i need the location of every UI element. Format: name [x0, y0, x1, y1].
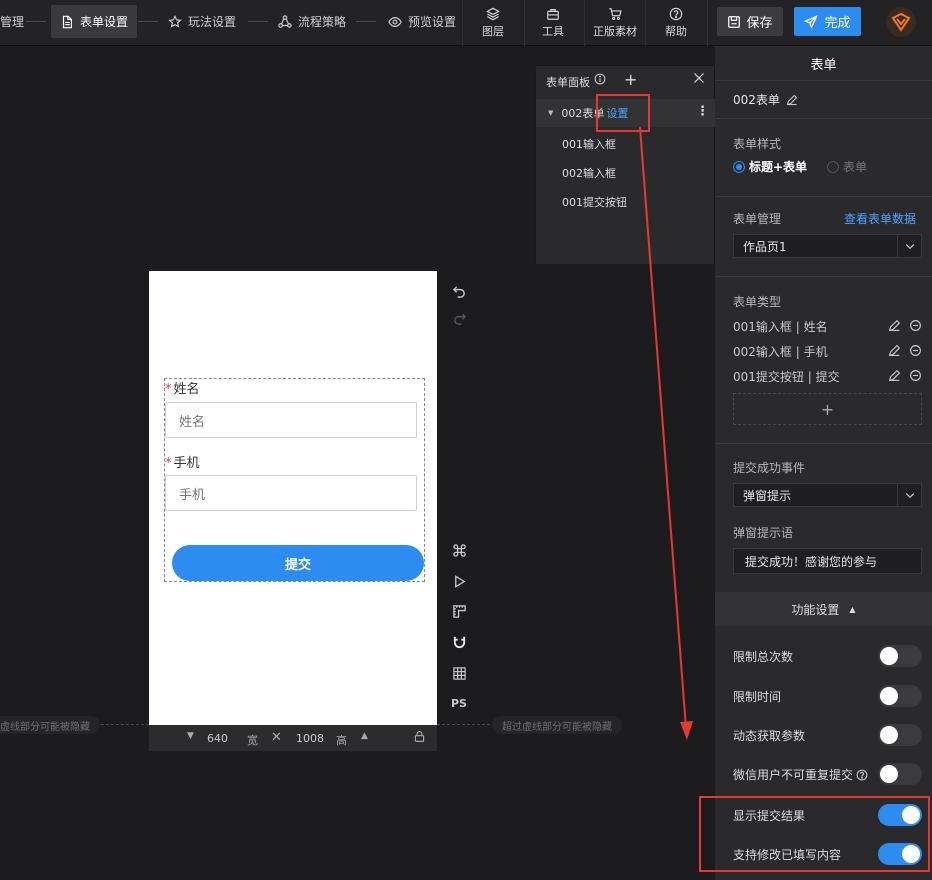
highlight-box-toggles [699, 796, 930, 872]
toggle-knob [880, 687, 898, 705]
form-type-item-label: 001输入框 | 姓名 [733, 319, 828, 334]
popup-text-value: 提交成功！感谢您的参与 [745, 554, 878, 569]
divider [715, 276, 932, 277]
toggle-label-limit-time: 限制时间 [733, 690, 782, 704]
edit-icon[interactable] [786, 94, 798, 106]
caret-up-icon: ▲ [849, 604, 856, 614]
properties-panel: 表单 002表单 表单样式 标题+表单 表单 表单管理 查看表单数据 作品页1 … [715, 46, 932, 880]
chevron-down-icon [897, 484, 921, 506]
divider [715, 443, 932, 444]
popup-text-input[interactable]: 提交成功！感谢您的参与 [733, 548, 922, 574]
form-style-label: 表单样式 [733, 137, 782, 151]
edit-icon[interactable] [888, 319, 901, 332]
chevron-down-icon [897, 235, 921, 257]
form-type-item[interactable]: 001输入框 | 姓名 [733, 316, 922, 336]
toggle-label-dynamic-params: 动态获取参数 [733, 729, 806, 743]
toggle-limit-total[interactable] [878, 645, 922, 667]
form-type-label: 表单类型 [733, 295, 782, 309]
toggle-knob [880, 765, 898, 783]
remove-icon[interactable] [909, 369, 922, 382]
toggle-wechat-unique[interactable] [878, 763, 922, 785]
style-option-form-label: 表单 [843, 160, 868, 174]
view-form-data-link[interactable]: 查看表单数据 [844, 210, 916, 227]
toggle-knob [880, 647, 898, 665]
divider [715, 196, 932, 197]
success-event-label: 提交成功事件 [733, 461, 806, 475]
success-event-select[interactable]: 弹窗提示 [733, 483, 922, 507]
popup-text-label: 弹窗提示语 [733, 526, 794, 540]
form-name-row: 002表单 [733, 91, 798, 108]
form-name: 002表单 [733, 93, 780, 107]
add-form-item-button[interactable]: + [733, 393, 922, 425]
remove-icon[interactable] [909, 319, 922, 332]
toggle-dynamic-params[interactable] [878, 724, 922, 746]
edit-icon[interactable] [888, 369, 901, 382]
divider [715, 80, 932, 81]
features-section-title: 功能设置 [791, 602, 840, 617]
divider [715, 118, 932, 119]
edit-icon[interactable] [888, 344, 901, 357]
form-type-item-label: 001提交按钮 | 提交 [733, 369, 840, 384]
form-type-item[interactable]: 001提交按钮 | 提交 [733, 366, 922, 386]
form-page-select[interactable]: 作品页1 [733, 234, 922, 258]
form-type-item[interactable]: 002输入框 | 手机 [733, 341, 922, 361]
style-option-title-form-label: 标题+表单 [749, 160, 808, 174]
help-icon[interactable] [856, 769, 868, 781]
radio-checked-icon [733, 160, 745, 173]
toggle-label-wechat-unique: 微信用户不可重复提交 [733, 766, 868, 783]
features-section-header[interactable]: 功能设置 ▲ [715, 592, 932, 626]
toggle-label-wechat-unique-text: 微信用户不可重复提交 [733, 768, 854, 782]
remove-icon[interactable] [909, 344, 922, 357]
toggle-label-limit-total: 限制总次数 [733, 650, 794, 664]
add-icon: + [820, 399, 835, 419]
success-event-select-value: 弹窗提示 [743, 488, 792, 503]
style-option-form[interactable]: 表单 [827, 158, 867, 175]
toggle-limit-time[interactable] [878, 685, 922, 707]
radio-unchecked-icon [827, 160, 839, 173]
editor-root: 管理 表单设置 玩法设置 流程策略 预览设置 图层 工具 正版素材 帮助 保存 … [0, 0, 932, 880]
toggle-knob [880, 726, 898, 744]
form-page-select-value: 作品页1 [743, 239, 787, 254]
form-manage-label: 表单管理 [733, 212, 782, 226]
panel-title: 表单 [810, 57, 837, 73]
style-option-title-form[interactable]: 标题+表单 [733, 158, 807, 175]
form-type-item-label: 002输入框 | 手机 [733, 344, 828, 359]
